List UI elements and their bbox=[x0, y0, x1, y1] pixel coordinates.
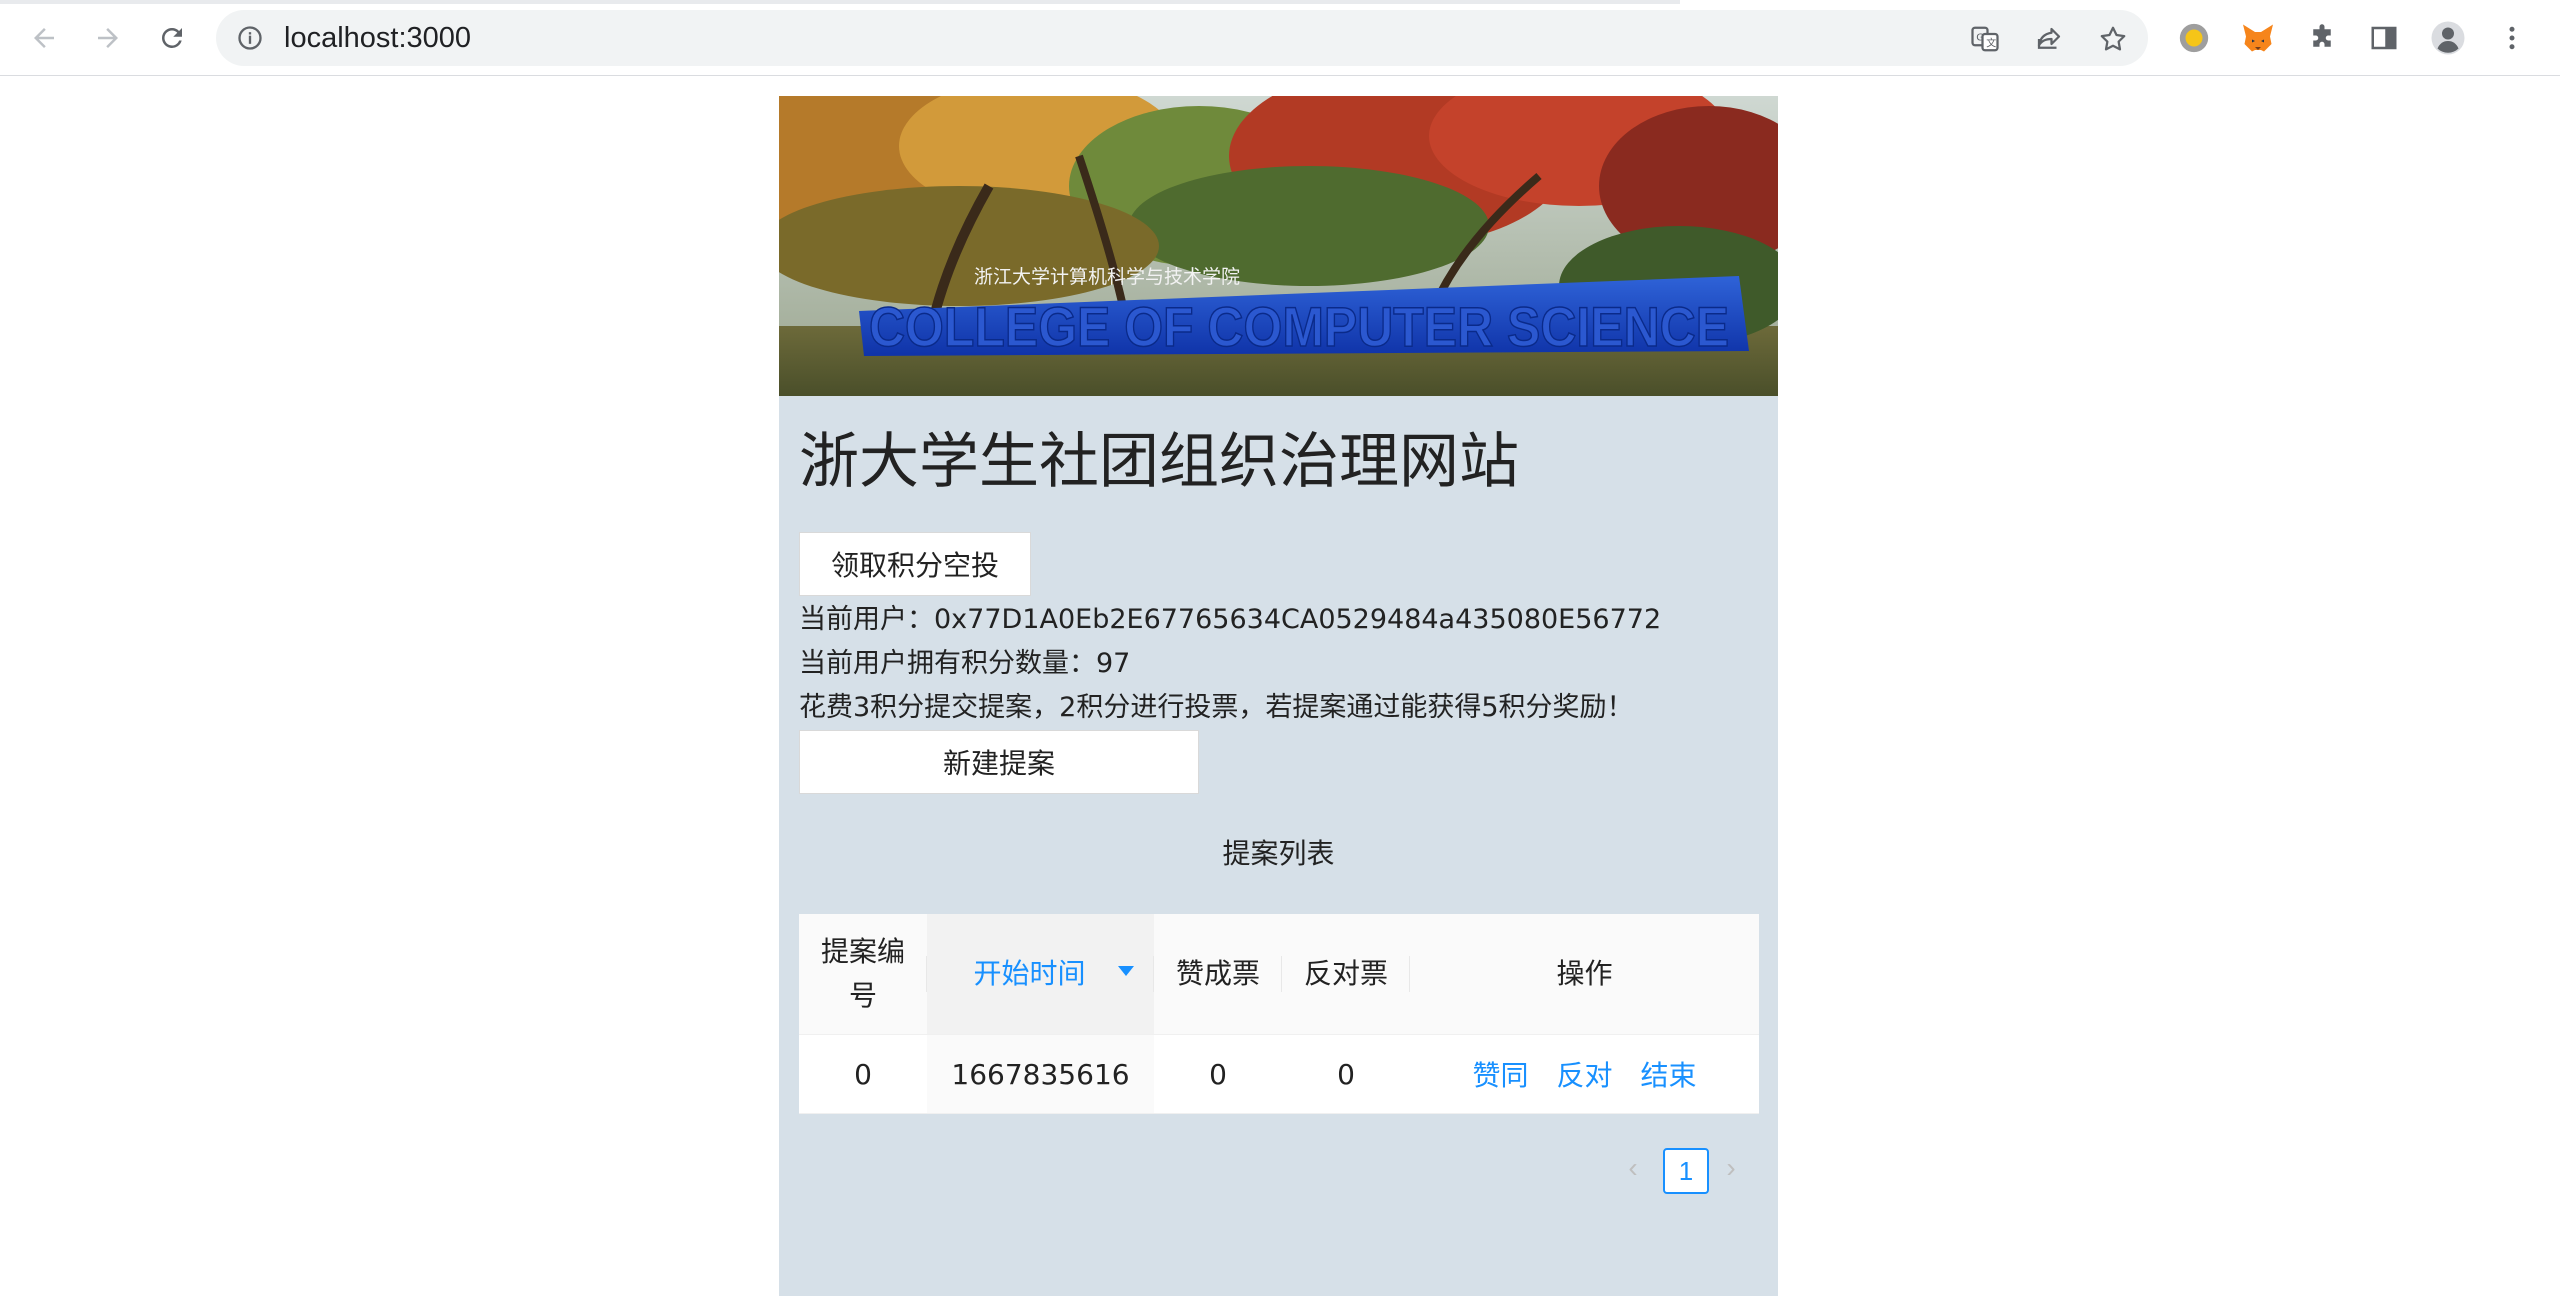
column-header-actions: 操作 bbox=[1556, 957, 1613, 990]
side-panel-icon bbox=[2371, 26, 2397, 50]
rules-text: 花费3积分提交提案，2积分进行投票，若提案通过能获得5积分奖励！ bbox=[799, 692, 1634, 723]
browser-toolbar: localhost:3000 G文 bbox=[0, 0, 2560, 76]
info-icon[interactable] bbox=[236, 24, 264, 52]
profile-icon bbox=[2431, 21, 2465, 55]
reload-icon bbox=[162, 27, 182, 48]
svg-text:G: G bbox=[1976, 32, 1984, 43]
kebab-menu-icon bbox=[2509, 26, 2515, 50]
table-header: 提案编号 开始时间 赞成票 反对票 操作 bbox=[799, 914, 1759, 1035]
cell-start-time: 1667835616 bbox=[927, 1035, 1154, 1113]
table-body: 0 1667835616 0 0 赞同 反对 结束 bbox=[799, 1035, 1759, 1114]
new-proposal-button[interactable]: 新建提案 bbox=[799, 730, 1199, 794]
svg-text:文: 文 bbox=[1986, 37, 1996, 50]
table-caption: 提案列表 bbox=[1222, 837, 1335, 870]
column-header-start-time[interactable]: 开始时间 bbox=[927, 914, 1154, 1034]
puzzle-icon bbox=[2313, 24, 2331, 47]
forward-arrow-icon bbox=[98, 28, 118, 48]
back-arrow-icon bbox=[34, 28, 54, 48]
end-link[interactable]: 结束 bbox=[1641, 1054, 1697, 1094]
profile-button[interactable] bbox=[2428, 18, 2468, 58]
translate-icon: G文 bbox=[1971, 26, 1999, 52]
campus-photo: COLLEGE OF COMPUTER SCIENCE 浙江大学计算机科学与技术… bbox=[779, 96, 1778, 396]
oppose-link[interactable]: 反对 bbox=[1556, 1054, 1612, 1094]
back-button[interactable] bbox=[20, 18, 68, 58]
side-panel-button[interactable] bbox=[2364, 18, 2404, 58]
share-icon bbox=[2037, 27, 2061, 49]
cell-no: 0 bbox=[1337, 1057, 1355, 1091]
table-row: 0 1667835616 0 0 赞同 反对 结束 bbox=[799, 1035, 1759, 1114]
share-button[interactable] bbox=[2032, 22, 2066, 56]
cell-yes: 0 bbox=[1209, 1057, 1227, 1091]
pagination-next[interactable]: › bbox=[1715, 1148, 1747, 1188]
current-points-text: 当前用户拥有积分数量：97 bbox=[799, 648, 1131, 679]
cell-id: 0 bbox=[854, 1057, 872, 1091]
banner-sign-cn: 浙江大学计算机科学与技术学院 bbox=[974, 266, 1240, 288]
column-header-yes: 赞成票 bbox=[1154, 914, 1282, 1034]
metamask-button[interactable] bbox=[2238, 18, 2278, 58]
pagination-prev[interactable]: ‹ bbox=[1617, 1148, 1649, 1188]
extension-button[interactable] bbox=[2174, 18, 2214, 58]
pagination-page-1[interactable]: 1 bbox=[1663, 1148, 1709, 1194]
extensions-button[interactable] bbox=[2302, 18, 2342, 58]
address-bar[interactable]: localhost:3000 G文 bbox=[216, 10, 2148, 66]
loading-bar bbox=[0, 0, 1680, 4]
fox-icon bbox=[2243, 24, 2273, 52]
star-icon bbox=[2100, 26, 2126, 51]
page-title: 浙大学生社团组织治理网站 bbox=[799, 427, 1519, 497]
browser-menu-button[interactable] bbox=[2492, 18, 2532, 58]
current-user-text: 当前用户：0x77D1A0Eb2E67765634CA0529484a43508… bbox=[799, 604, 1662, 635]
cell-actions: 赞同 反对 结束 bbox=[1410, 1035, 1759, 1113]
yellow-circle-extension-icon bbox=[2179, 23, 2209, 53]
banner-sign-en: COLLEGE OF COMPUTER SCIENCE bbox=[869, 295, 1729, 358]
column-header-no: 反对票 bbox=[1282, 914, 1410, 1034]
column-header-id: 提案编号 bbox=[799, 914, 927, 1034]
approve-link[interactable]: 赞同 bbox=[1472, 1054, 1528, 1094]
proposal-table: 提案编号 开始时间 赞成票 反对票 操作 0 1667835616 0 0 赞同… bbox=[799, 914, 1759, 1114]
bookmark-button[interactable] bbox=[2096, 22, 2130, 56]
translate-button[interactable]: G文 bbox=[1968, 22, 2002, 56]
sort-caret-icon[interactable] bbox=[1118, 966, 1134, 976]
reload-button[interactable] bbox=[148, 18, 196, 58]
forward-button[interactable] bbox=[84, 18, 132, 58]
app-panel: COLLEGE OF COMPUTER SCIENCE 浙江大学计算机科学与技术… bbox=[779, 96, 1778, 1296]
airdrop-button[interactable]: 领取积分空投 bbox=[799, 532, 1031, 596]
banner-image: COLLEGE OF COMPUTER SCIENCE 浙江大学计算机科学与技术… bbox=[779, 96, 1778, 396]
url-text[interactable]: localhost:3000 bbox=[284, 22, 471, 54]
